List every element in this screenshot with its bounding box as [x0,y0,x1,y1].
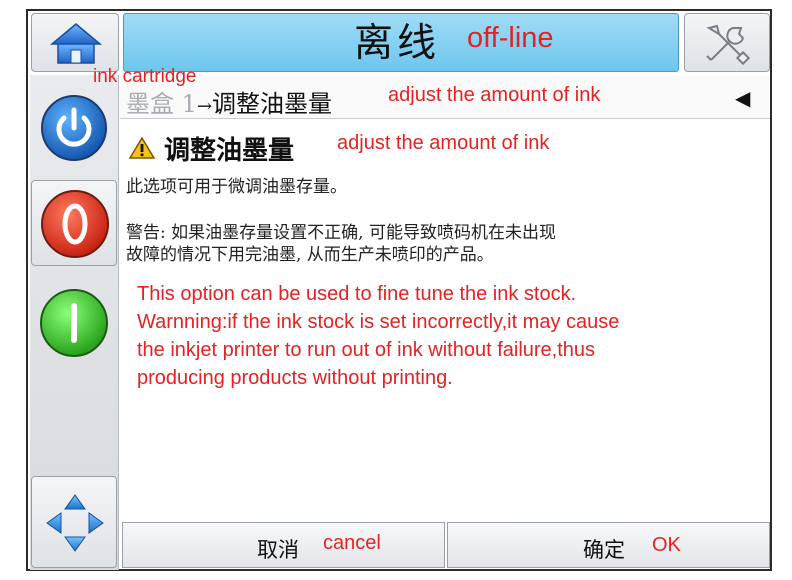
power-icon [41,95,107,161]
breadcrumb-path: 墨盒 1→调整油墨量 [126,84,332,119]
back-arrow-button[interactable]: ◀ [735,86,750,110]
navigate-arrows-icon [46,494,104,552]
translation-line: Warnning:if the ink stock is set incorre… [137,311,620,333]
breadcrumb-current-en: adjust the amount of ink [388,84,601,106]
ok-label-en: OK [652,534,681,556]
translation-line: the inkjet printer to run out of ink wit… [137,339,596,361]
translation-line: producing products without printing. [137,367,453,389]
start-icon [40,289,108,357]
tools-button[interactable] [684,13,770,72]
navigate-button[interactable] [31,476,117,568]
stop-button[interactable] [31,180,117,266]
status-title-en: off-line [467,22,554,54]
warning-line-2: 故障的情况下用完油墨, 从而生产未喷印的产品。 [126,245,494,265]
description-text: 此选项可用于微调油墨存量。 [126,177,347,197]
home-icon [49,23,103,64]
translation-line: This option can be used to fine tune the… [137,283,577,305]
content-heading-en: adjust the amount of ink [337,132,550,154]
home-button[interactable] [31,13,119,72]
stop-icon [41,190,109,258]
breadcrumb-item-current: 调整油墨量 [212,90,332,118]
cancel-label: 取消 [257,538,299,562]
start-button[interactable] [31,280,117,366]
breadcrumb-arrow: → [196,96,212,117]
content-heading: 调整油墨量 [164,136,295,166]
translation-block: This option can be used to fine tune the… [137,280,619,392]
status-title: 离线 [354,12,440,68]
status-title-cn: 离线 [354,21,441,66]
power-button[interactable] [31,86,117,170]
ok-label: 确定 [583,538,625,562]
tools-icon [706,24,751,66]
cancel-label-en: cancel [323,532,381,554]
warning-icon [128,136,156,159]
breadcrumb-item-cartridge[interactable]: 墨盒 1 [126,90,197,118]
